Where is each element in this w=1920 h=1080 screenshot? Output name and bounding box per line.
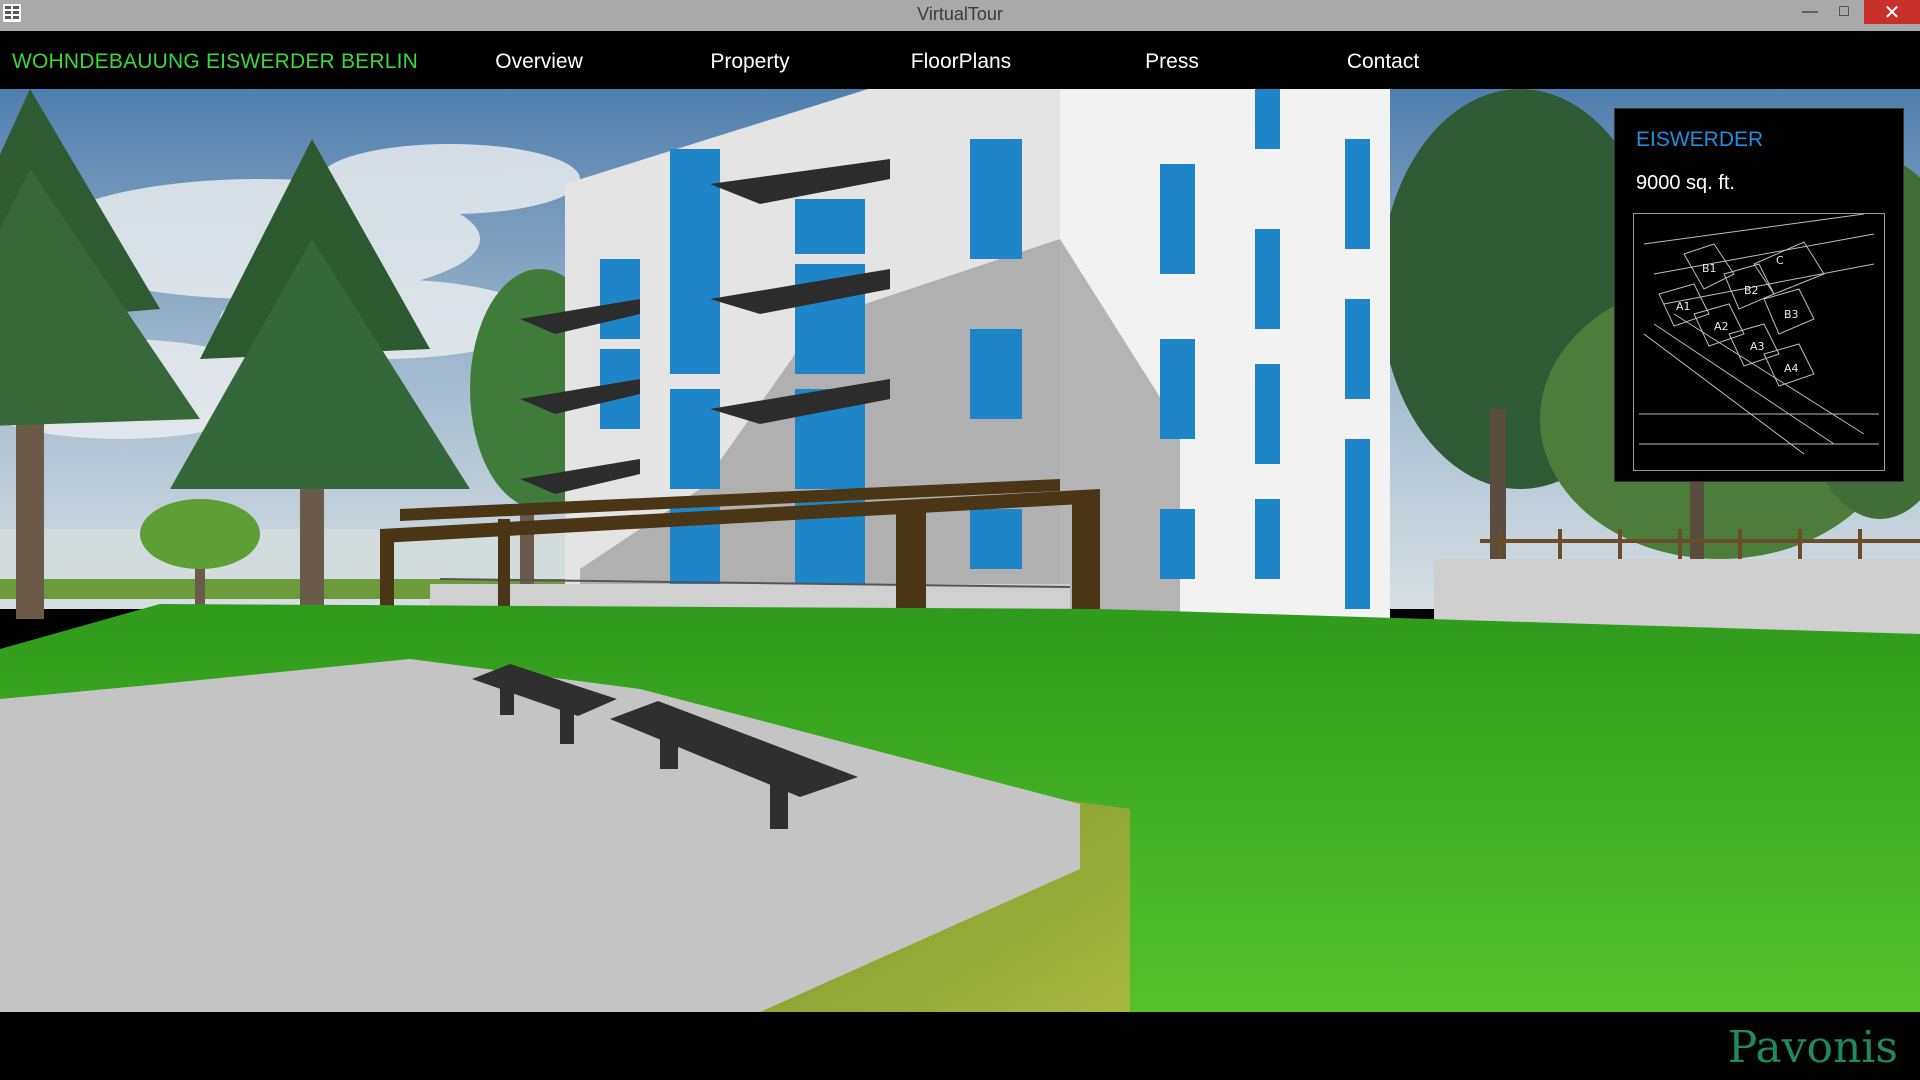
plan-label-b2: B2 bbox=[1744, 284, 1759, 297]
close-button[interactable]: ✕ bbox=[1864, 0, 1920, 24]
bottom-bar: Pavonis bbox=[0, 1012, 1920, 1080]
plan-label-b3: B3 bbox=[1784, 308, 1799, 321]
nav-floorplans[interactable]: FloorPlans bbox=[911, 50, 1011, 74]
site-plan-map[interactable]: C B1 B2 B3 A1 A2 A3 A4 bbox=[1633, 213, 1885, 471]
plan-label-b1: B1 bbox=[1702, 262, 1717, 275]
brand-title[interactable]: WOHNDEBAUUNG EISWERDER BERLIN bbox=[12, 50, 418, 74]
plan-label-a2: A2 bbox=[1714, 320, 1729, 333]
plan-label-a4: A4 bbox=[1784, 362, 1799, 375]
window-titlebar[interactable]: VirtualTour — □ ✕ bbox=[0, 0, 1920, 31]
top-navigation: WOHNDEBAUUNG EISWERDER BERLIN Overview P… bbox=[0, 31, 1920, 89]
nav-contact[interactable]: Contact bbox=[1347, 50, 1419, 74]
maximize-button[interactable]: □ bbox=[1830, 0, 1858, 24]
nav-press[interactable]: Press bbox=[1145, 50, 1199, 74]
nav-overview[interactable]: Overview bbox=[495, 50, 583, 74]
pavonis-logo[interactable]: Pavonis bbox=[1728, 1022, 1898, 1073]
property-info-panel: EISWERDER 9000 sq. ft. C B1 B2 B3 A1 A2 … bbox=[1614, 108, 1904, 482]
property-name: EISWERDER bbox=[1636, 128, 1764, 151]
window-title: VirtualTour bbox=[917, 4, 1003, 24]
property-area: 9000 sq. ft. bbox=[1636, 172, 1735, 194]
plan-label-a1: A1 bbox=[1676, 300, 1691, 313]
minimize-button[interactable]: — bbox=[1796, 0, 1824, 24]
plan-label-c: C bbox=[1776, 254, 1784, 267]
nav-property[interactable]: Property bbox=[710, 50, 789, 74]
plan-label-a3: A3 bbox=[1750, 340, 1765, 353]
